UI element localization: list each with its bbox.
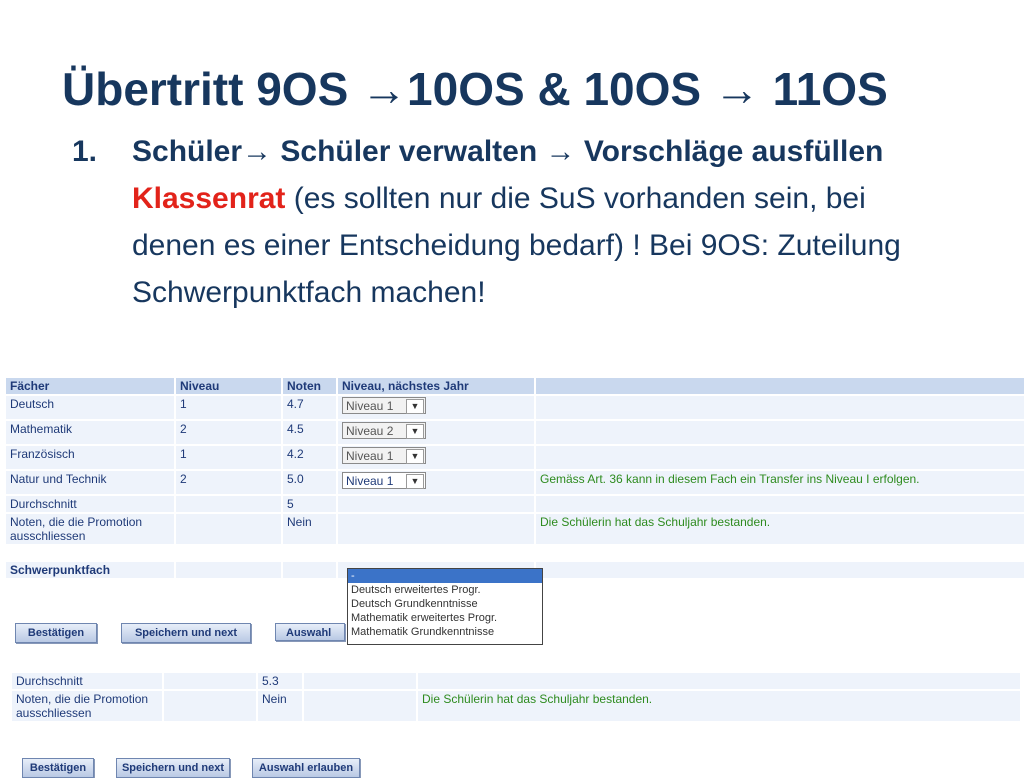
chevron-down-icon[interactable]: ▼ (406, 399, 424, 414)
table-header-row: Fächer Niveau Noten Niveau, nächstes Jah… (6, 378, 1024, 394)
list-item[interactable]: - (348, 569, 542, 583)
spacer-row (6, 546, 1024, 560)
list-item[interactable]: Deutsch erweitertes Progr. (348, 583, 542, 597)
grade-cell: 4.5 (283, 421, 336, 444)
table-row: Deutsch 1 4.7 Niveau 1 ▼ (6, 396, 1024, 419)
average-value: 5 (283, 496, 336, 512)
grade-cell: 4.7 (283, 396, 336, 419)
column-header: Niveau, nächstes Jahr (338, 378, 534, 394)
summary-table: Durchschnitt 5.3 Noten, die die Promotio… (10, 671, 1022, 723)
promotion-hint: Die Schülerin hat das Schuljahr bestande… (536, 514, 1024, 544)
bullet-seg-3: Vorschläge ausfüllen (575, 135, 884, 168)
table-row: Natur und Technik 2 5.0 Niveau 1 ▼ Gemäss… (6, 471, 1024, 494)
level-cell: 1 (176, 446, 281, 469)
focus-subject-listbox[interactable]: - Deutsch erweitertes Progr. Deutsch Gru… (347, 568, 543, 645)
column-header: Niveau (176, 378, 281, 394)
list-item[interactable]: Mathematik erweitertes Progr. (348, 611, 542, 625)
title-part-3: 11OS (759, 63, 888, 115)
bullet-text: Schüler→ Schüler verwalten → Vorschläge … (132, 128, 952, 316)
hint-cell (536, 421, 1024, 444)
table-row: Noten, die die Promotion ausschliessen N… (12, 691, 1020, 721)
level-cell: 2 (176, 421, 281, 444)
chevron-down-icon[interactable]: ▼ (406, 449, 424, 464)
average-label: Durchschnitt (12, 673, 162, 689)
next-level-select[interactable]: Niveau 1 ▼ (342, 472, 426, 489)
promotion-value: Nein (283, 514, 336, 544)
allow-selection-button[interactable]: Auswahl er (275, 623, 345, 641)
promotion-label: Noten, die die Promotion ausschliessen (6, 514, 174, 544)
next-level-cell: Niveau 2 ▼ (338, 421, 534, 444)
bullet-number: 1. (72, 135, 98, 168)
hint-cell: Gemäss Art. 36 kann in diesem Fach ein T… (536, 471, 1024, 494)
list-item[interactable]: Mathematik Grundkenntnisse (348, 625, 542, 639)
confirm-button-2[interactable]: Bestätigen (22, 758, 94, 778)
next-level-cell: Niveau 1 ▼ (338, 396, 534, 419)
table-row: Durchschnitt 5.3 (12, 673, 1020, 689)
level-cell: 2 (176, 471, 281, 494)
subject-cell: Natur und Technik (6, 471, 174, 494)
save-next-button[interactable]: Speichern und next (121, 623, 251, 643)
next-level-select[interactable]: Niveau 1 ▼ (342, 447, 426, 464)
hint-cell (536, 446, 1024, 469)
table-row: Mathematik 2 4.5 Niveau 2 ▼ (6, 421, 1024, 444)
chevron-down-icon[interactable]: ▼ (406, 424, 424, 439)
bullet-highlight: Klassenrat (132, 182, 286, 215)
table-row: Französisch 1 4.2 Niveau 1 ▼ (6, 446, 1024, 469)
grades-table: Fächer Niveau Noten Niveau, nächstes Jah… (4, 376, 1024, 580)
arrow-right-icon: → (545, 135, 576, 168)
promotion-label: Noten, die die Promotion ausschliessen (12, 691, 162, 721)
average-value: 5.3 (258, 673, 302, 689)
level-cell: 1 (176, 396, 281, 419)
column-header: Fächer (6, 378, 174, 394)
title-part-1: Übertritt 9OS (62, 63, 362, 115)
bullet-seg-2: Schüler verwalten (272, 135, 546, 168)
list-item[interactable]: Deutsch Grundkenntnisse (348, 597, 542, 611)
arrow-right-icon: → (361, 63, 408, 115)
promotion-hint: Die Schülerin hat das Schuljahr bestande… (418, 691, 1020, 721)
column-header (536, 378, 1024, 394)
column-header: Noten (283, 378, 336, 394)
arrow-right-icon: → (713, 63, 760, 115)
next-level-cell: Niveau 1 ▼ (338, 471, 534, 494)
next-level-select[interactable]: Niveau 1 ▼ (342, 397, 426, 414)
table-row: Noten, die die Promotion ausschliessen N… (6, 514, 1024, 544)
title-part-2: 10OS & 10OS (407, 63, 714, 115)
allow-selection-button-2[interactable]: Auswahl erlauben (252, 758, 360, 778)
next-level-select[interactable]: Niveau 2 ▼ (342, 422, 426, 439)
hint-cell (536, 396, 1024, 419)
grade-cell: 4.2 (283, 446, 336, 469)
subject-cell: Mathematik (6, 421, 174, 444)
average-label: Durchschnitt (6, 496, 174, 512)
arrow-right-icon: → (242, 135, 273, 168)
promotion-value: Nein (258, 691, 302, 721)
bullet-seg-1: Schüler (132, 135, 243, 168)
confirm-button[interactable]: Bestätigen (15, 623, 97, 643)
next-level-cell: Niveau 1 ▼ (338, 446, 534, 469)
slide-title: Übertritt 9OS →10OS & 10OS → 11OS (62, 62, 888, 116)
table-row: Durchschnitt 5 (6, 496, 1024, 512)
save-next-button-2[interactable]: Speichern und next (116, 758, 230, 778)
chevron-down-icon[interactable]: ▼ (406, 474, 424, 489)
grade-cell: 5.0 (283, 471, 336, 494)
subject-cell: Französisch (6, 446, 174, 469)
subject-cell: Deutsch (6, 396, 174, 419)
focus-subject-label: Schwerpunktfach (6, 562, 174, 578)
